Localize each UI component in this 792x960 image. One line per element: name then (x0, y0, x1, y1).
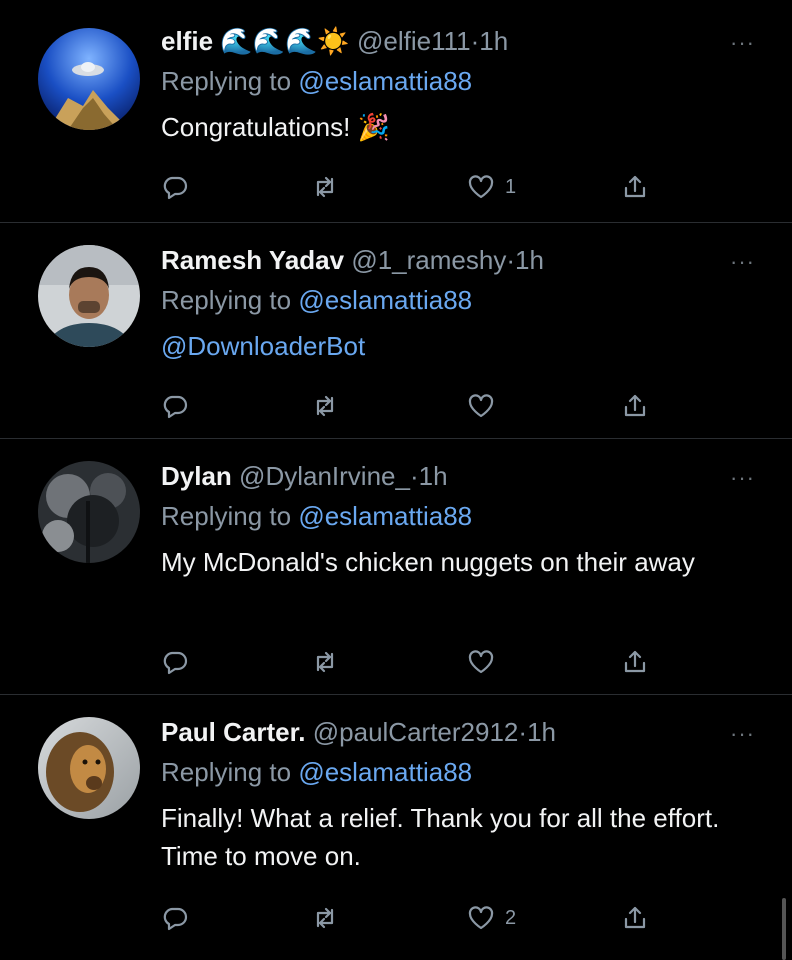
timestamp[interactable]: 1h (515, 245, 544, 275)
tweet-text: Finally! What a relief. Thank you for al… (161, 803, 720, 871)
avatar[interactable] (38, 245, 140, 347)
like-count: 2 (505, 906, 517, 929)
display-name[interactable]: Ramesh Yadav (161, 245, 344, 275)
replying-to-prefix: Replying to (161, 501, 292, 531)
replying-to-mention[interactable]: @eslamattia88 (298, 757, 472, 787)
reply-icon (163, 651, 188, 675)
like-button[interactable]: 1 (467, 170, 516, 204)
reply-button[interactable] (161, 645, 189, 679)
reply-button[interactable] (161, 389, 189, 423)
retweet-button[interactable] (311, 901, 339, 935)
tweet[interactable]: Paul Carter. @paulCarter2912·1h Replying… (0, 694, 792, 960)
separator: · (470, 26, 480, 56)
replying-to-prefix: Replying to (161, 285, 292, 315)
replying-to-mention[interactable]: @eslamattia88 (298, 501, 472, 531)
retweet-icon (316, 907, 334, 929)
tweet-text[interactable]: @DownloaderBot (161, 327, 752, 365)
tweet[interactable]: Ramesh Yadav @1_rameshy·1h Replying to @… (0, 222, 792, 438)
tweet-body: Paul Carter. @paulCarter2912·1h Replying… (161, 715, 752, 875)
retweet-button[interactable] (311, 389, 339, 423)
tweet[interactable]: elfie 🌊🌊🌊☀️ @elfie111·1h Replying to @es… (0, 0, 792, 222)
separator: · (518, 717, 528, 747)
replying-to: Replying to @eslamattia88 (161, 755, 752, 789)
replying-to-prefix: Replying to (161, 66, 292, 96)
heart-icon (468, 650, 494, 674)
retweet-button[interactable] (311, 645, 339, 679)
share-button[interactable] (621, 901, 649, 935)
like-count: 1 (505, 175, 517, 198)
avatar[interactable] (38, 717, 140, 819)
replying-to-mention[interactable]: @eslamattia88 (298, 66, 472, 96)
timestamp[interactable]: 1h (527, 717, 556, 747)
retweet-button[interactable] (311, 170, 339, 204)
scrollbar[interactable] (782, 898, 786, 960)
tweet-header: Paul Carter. @paulCarter2912·1h (161, 715, 752, 749)
share-icon (624, 175, 646, 198)
tweet-actions (161, 645, 661, 679)
timestamp[interactable]: 1h (419, 461, 448, 491)
heart-icon (468, 175, 494, 199)
tweet-text: Congratulations! 🎉 (161, 112, 390, 142)
reply-icon (163, 907, 188, 931)
reply-icon (163, 176, 188, 200)
replying-to-mention[interactable]: @eslamattia88 (298, 285, 472, 315)
tweet-body: elfie 🌊🌊🌊☀️ @elfie111·1h Replying to @es… (161, 24, 752, 146)
heart-icon (468, 906, 494, 930)
share-icon (624, 394, 646, 417)
replying-to-prefix: Replying to (161, 757, 292, 787)
user-handle[interactable]: @1_rameshy (351, 245, 506, 275)
timestamp[interactable]: 1h (479, 26, 508, 56)
more-options-icon[interactable]: ··· (730, 32, 758, 54)
share-icon (624, 906, 646, 929)
user-handle[interactable]: @elfie111 (357, 26, 471, 56)
tweet-header: Dylan @DylanIrvine_·1h (161, 459, 752, 493)
retweet-icon (316, 395, 334, 417)
retweet-icon (316, 176, 334, 198)
like-button[interactable] (467, 645, 505, 679)
share-icon (624, 650, 646, 673)
reply-button[interactable] (161, 901, 189, 935)
tweet-text: My McDonald's chicken nuggets on their a… (161, 547, 695, 577)
tweet-actions: 1 (161, 170, 661, 204)
share-button[interactable] (621, 645, 649, 679)
tweet-body: Ramesh Yadav @1_rameshy·1h Replying to @… (161, 243, 752, 365)
share-button[interactable] (621, 170, 649, 204)
replying-to: Replying to @eslamattia88 (161, 499, 752, 533)
tweet-header: Ramesh Yadav @1_rameshy·1h (161, 243, 752, 277)
more-options-icon[interactable]: ··· (730, 467, 758, 489)
reply-icon (163, 395, 188, 419)
display-name[interactable]: elfie 🌊🌊🌊☀️ (161, 26, 350, 56)
replying-to: Replying to @eslamattia88 (161, 283, 752, 317)
like-button[interactable]: 2 (467, 901, 516, 935)
heart-icon (468, 394, 494, 418)
tweet-actions: 2 (161, 901, 661, 935)
avatar[interactable] (38, 28, 140, 130)
user-handle[interactable]: @DylanIrvine_ (239, 461, 410, 491)
separator: · (409, 461, 419, 491)
reply-button[interactable] (161, 170, 189, 204)
tweet[interactable]: Dylan @DylanIrvine_·1h Replying to @esla… (0, 438, 792, 694)
replying-to: Replying to @eslamattia88 (161, 64, 752, 98)
like-button[interactable] (467, 389, 505, 423)
display-name[interactable]: Paul Carter. (161, 717, 306, 747)
reply-feed: elfie 🌊🌊🌊☀️ @elfie111·1h Replying to @es… (0, 0, 792, 960)
tweet-actions (161, 389, 661, 423)
user-handle[interactable]: @paulCarter2912 (313, 717, 519, 747)
display-name[interactable]: Dylan (161, 461, 232, 491)
avatar[interactable] (38, 461, 140, 563)
tweet-body: Dylan @DylanIrvine_·1h Replying to @esla… (161, 459, 752, 581)
more-options-icon[interactable]: ··· (730, 723, 758, 745)
more-options-icon[interactable]: ··· (730, 251, 758, 273)
tweet-header: elfie 🌊🌊🌊☀️ @elfie111·1h (161, 24, 752, 58)
retweet-icon (316, 651, 334, 673)
share-button[interactable] (621, 389, 649, 423)
separator: · (506, 245, 516, 275)
